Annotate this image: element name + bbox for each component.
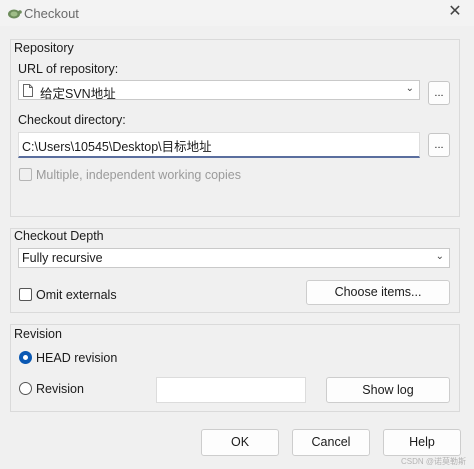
checkout-depth-combobox[interactable]: Fully recursive ⌄ (18, 248, 450, 268)
omit-externals-checkbox[interactable] (19, 288, 32, 301)
show-log-button[interactable]: Show log (326, 377, 450, 403)
url-label: URL of repository: (18, 62, 119, 76)
omit-externals-label: Omit externals (36, 288, 117, 302)
chevron-down-icon[interactable]: ⌄ (406, 83, 414, 94)
title-bar: Checkout ✕ (0, 0, 474, 26)
revision-radio[interactable] (19, 382, 32, 395)
url-combobox[interactable]: 给定SVN地址 ⌄ (18, 80, 420, 101)
tortoise-app-icon (8, 9, 22, 19)
directory-browse-button[interactable]: ... (428, 133, 450, 157)
revision-group-label: Revision (14, 327, 62, 341)
document-icon (23, 84, 33, 97)
repository-group-label: Repository (14, 41, 74, 55)
head-revision-label: HEAD revision (36, 351, 118, 365)
ok-button[interactable]: OK (201, 429, 279, 456)
chevron-down-icon[interactable]: ⌄ (436, 251, 444, 262)
help-button[interactable]: Help (383, 429, 461, 456)
revision-input[interactable] (156, 377, 306, 403)
cancel-button[interactable]: Cancel (292, 429, 370, 456)
watermark: CSDN @诺莫勒斯 (400, 457, 466, 466)
checkout-depth-label: Checkout Depth (14, 229, 104, 243)
multiple-working-copies-label: Multiple, independent working copies (36, 168, 241, 182)
close-button[interactable]: ✕ (442, 1, 468, 23)
url-value: 给定SVN地址 (40, 87, 116, 101)
head-revision-radio[interactable] (19, 351, 32, 364)
checkout-directory-value: C:\Users\10545\Desktop\目标地址 (22, 140, 212, 154)
multiple-working-copies-checkbox[interactable] (19, 168, 32, 181)
window-title: Checkout (24, 6, 79, 21)
checkout-directory-input[interactable]: C:\Users\10545\Desktop\目标地址 (18, 132, 420, 158)
checkout-directory-label: Checkout directory: (18, 113, 126, 127)
checkout-depth-value: Fully recursive (22, 251, 103, 265)
url-browse-button[interactable]: ... (428, 81, 450, 105)
revision-label: Revision (36, 382, 84, 396)
choose-items-button[interactable]: Choose items... (306, 280, 450, 305)
